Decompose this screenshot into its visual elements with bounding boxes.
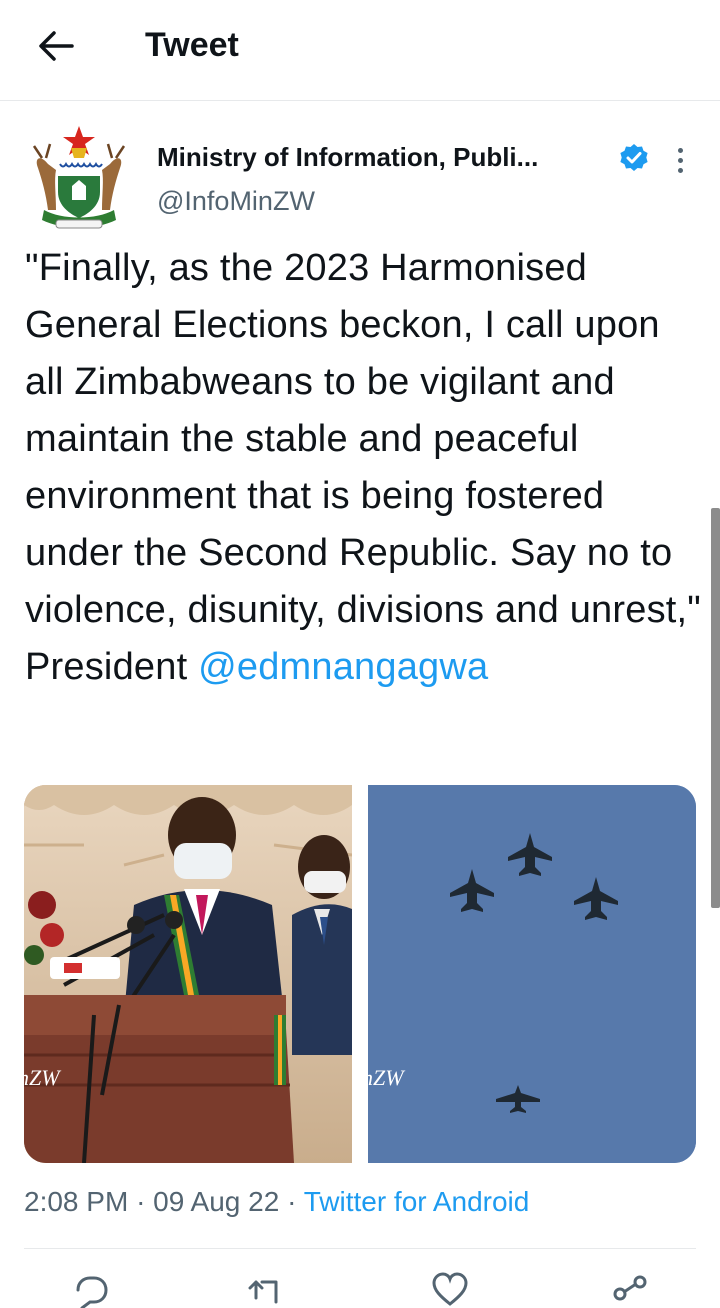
jets-flyover-photo: nZW <box>362 785 696 1163</box>
top-bar: Tweet <box>0 0 720 101</box>
avatar[interactable] <box>26 124 132 234</box>
like-button[interactable] <box>420 1268 480 1308</box>
arrow-left-icon <box>39 31 74 61</box>
like-icon <box>432 1272 468 1306</box>
more-dots-icon <box>677 147 683 153</box>
tweet-text: "Finally, as the 2023 Harmonised General… <box>25 240 705 696</box>
reply-button[interactable] <box>60 1268 120 1308</box>
media-grid: nZW nZW <box>24 785 696 1163</box>
more-dot <box>677 157 683 163</box>
more-options-button[interactable] <box>668 140 692 180</box>
scrollbar[interactable] <box>711 508 720 908</box>
photo-2-watermark: nZW <box>368 1065 405 1090</box>
meta-separator: · <box>136 1186 146 1217</box>
reply-icon <box>76 1276 108 1308</box>
author-name[interactable]: Ministry of Information, Publi... <box>157 142 538 173</box>
back-button[interactable] <box>30 24 82 68</box>
tweet-meta: 2:08 PM · 09 Aug 22 · Twitter for Androi… <box>24 1186 529 1218</box>
meta-separator: · <box>287 1186 297 1217</box>
mention-link[interactable]: @edmnangagwa <box>198 646 488 688</box>
page-title: Tweet <box>145 26 239 64</box>
more-dot <box>677 167 683 173</box>
tweet-source[interactable]: Twitter for Android <box>304 1186 530 1217</box>
tweet-body: "Finally, as the 2023 Harmonised General… <box>25 247 701 688</box>
share-button[interactable] <box>600 1268 660 1308</box>
photo-jets-flyover[interactable]: nZW <box>362 785 696 1163</box>
photo-1-watermark: nZW <box>24 1065 61 1090</box>
president-podium-photo: nZW <box>24 785 353 1163</box>
verified-badge <box>619 143 649 173</box>
tweet-date: 09 Aug 22 <box>153 1186 280 1217</box>
retweet-button[interactable] <box>236 1268 296 1308</box>
coat-of-arms-icon <box>32 126 126 229</box>
verified-badge-icon <box>620 144 648 171</box>
share-icon <box>613 1275 647 1301</box>
photo-president-speaking[interactable]: nZW <box>24 785 353 1163</box>
retweet-icon <box>248 1280 278 1304</box>
tweet-time: 2:08 PM <box>24 1186 129 1217</box>
divider <box>24 1248 696 1249</box>
author-handle[interactable]: @InfoMinZW <box>157 186 315 217</box>
